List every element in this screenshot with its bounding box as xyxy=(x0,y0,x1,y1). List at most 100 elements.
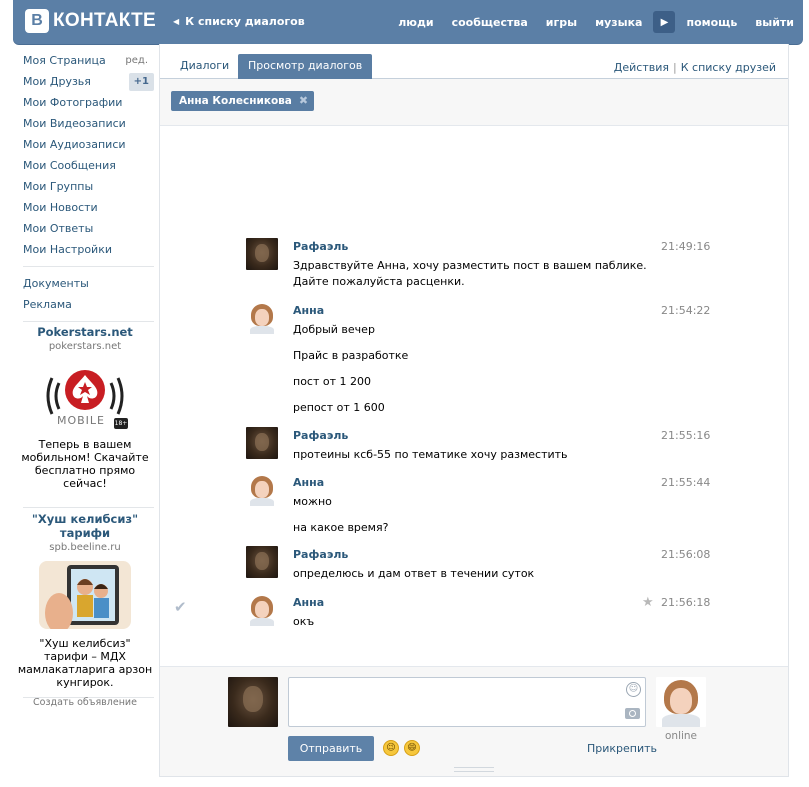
nav-communities[interactable]: сообщества xyxy=(443,16,537,29)
grin-emoji-icon[interactable]: 😄 xyxy=(404,740,420,756)
play-icon[interactable]: ▶ xyxy=(653,11,676,33)
attach-link[interactable]: Прикрепить xyxy=(587,742,657,755)
send-button[interactable]: Отправить xyxy=(288,736,374,761)
sidebar: Моя Страница ред. Мои Друзья +1 Мои Фото… xyxy=(16,50,154,328)
back-to-dialogs-link[interactable]: ◀ К списку диалогов xyxy=(173,15,305,28)
message-text: на какое время? xyxy=(293,521,389,534)
sidebar-item-photos[interactable]: Мои Фотографии xyxy=(16,92,154,113)
message-text: определюсь и дам ответ в течении суток xyxy=(293,567,535,580)
sidebar-item-label: Моя Страница xyxy=(23,54,106,67)
ad-title[interactable]: Pokerstars.net xyxy=(16,325,154,339)
sidebar-item-settings[interactable]: Мои Настройки xyxy=(16,239,154,260)
top-nav: люди сообщества игры музыка ▶ помощь вый… xyxy=(389,0,803,44)
tab-view-dialogs[interactable]: Просмотр диалогов xyxy=(238,54,373,79)
message-author[interactable]: Рафаэль xyxy=(293,548,348,561)
star-icon[interactable]: ★ xyxy=(642,595,654,610)
ad-text: Теперь в вашем мобильном! Скачайте беспл… xyxy=(21,438,149,490)
vk-logo-text: КОНТАКТЕ xyxy=(53,10,156,31)
sidebar-item-label: Мои Настройки xyxy=(23,243,112,256)
sidebar-item-documents[interactable]: Документы xyxy=(16,273,154,294)
sidebar-divider xyxy=(23,321,154,322)
message-input[interactable]: ☺ xyxy=(288,677,646,727)
avatar[interactable] xyxy=(246,594,278,626)
age-rating-badge: 18+ xyxy=(114,418,128,429)
sidebar-item-videos[interactable]: Мои Видеозаписи xyxy=(16,113,154,134)
ad-block-pokerstars[interactable]: Pokerstars.net pokerstars.net . MOBILE 1… xyxy=(16,325,154,490)
tab-dialogs[interactable]: Диалоги xyxy=(170,54,239,79)
ad-domain: pokerstars.net xyxy=(48,341,122,352)
chevron-left-icon: ◀ xyxy=(173,17,180,26)
ad-title[interactable]: "Хуш келибсиз" тарифи xyxy=(16,512,154,540)
peer-bar: Анна Колесникова ✖ xyxy=(160,79,788,126)
sidebar-item-friends[interactable]: Мои Друзья +1 xyxy=(16,71,154,92)
create-ad-link[interactable]: Создать объявление xyxy=(16,697,154,708)
sidebar-item-news[interactable]: Мои Новости xyxy=(16,197,154,218)
nav-music[interactable]: музыка xyxy=(586,16,651,29)
message-text: Прайс в разработке xyxy=(293,349,409,362)
message-author[interactable]: Рафаэль xyxy=(293,429,348,442)
pokerstars-mobile-image[interactable]: . MOBILE 18+ xyxy=(40,364,130,432)
my-avatar[interactable] xyxy=(228,677,278,727)
message-text: можно xyxy=(293,495,332,508)
message-author[interactable]: Рафаэль xyxy=(293,240,348,253)
nav-people[interactable]: люди xyxy=(389,16,442,29)
message-text: Добрый вечер xyxy=(293,323,375,336)
sidebar-item-label: Мои Аудиозаписи xyxy=(23,138,126,151)
close-icon[interactable]: ✖ xyxy=(299,91,308,111)
resize-handle[interactable] xyxy=(454,767,494,772)
message-author[interactable]: Анна xyxy=(293,596,324,609)
sidebar-item-label: Мои Сообщения xyxy=(23,159,116,172)
message-time: 21:56:18 xyxy=(661,596,711,609)
sidebar-item-label: Реклама xyxy=(23,298,72,311)
avatar[interactable] xyxy=(246,546,278,578)
peer-avatar[interactable] xyxy=(656,677,706,727)
avatar[interactable] xyxy=(246,474,278,506)
message-time: 21:54:22 xyxy=(661,304,711,317)
nav-logout[interactable]: выйти xyxy=(746,16,803,29)
peer-chip[interactable]: Анна Колесникова ✖ xyxy=(171,91,315,111)
emoji-icon[interactable]: ☺ xyxy=(626,682,641,697)
message-text: окъ xyxy=(293,615,315,628)
sidebar-item-answers[interactable]: Мои Ответы xyxy=(16,218,154,239)
wink-emoji-icon[interactable]: 😉 xyxy=(383,740,399,756)
sidebar-item-messages[interactable]: Мои Сообщения xyxy=(16,155,154,176)
avatar[interactable] xyxy=(246,302,278,334)
message-author[interactable]: Анна xyxy=(293,476,324,489)
vk-logo-letter: В xyxy=(25,9,49,33)
actions-links: Действия | К списку друзей xyxy=(614,61,776,74)
sidebar-item-label: Документы xyxy=(23,277,89,290)
check-icon[interactable]: ✔ xyxy=(174,598,187,616)
nav-games[interactable]: игры xyxy=(537,16,586,29)
actions-link[interactable]: Действия xyxy=(614,61,669,74)
beeline-ad-image[interactable] xyxy=(39,561,131,629)
sidebar-item-label: Мои Группы xyxy=(23,180,94,193)
message-text: протеины ксб-55 по тематике хочу размест… xyxy=(293,448,568,461)
sidebar-item-label: Мои Новости xyxy=(23,201,98,214)
message-text: репост от 1 600 xyxy=(293,401,385,414)
camera-icon[interactable] xyxy=(625,708,640,719)
avatar[interactable] xyxy=(246,427,278,459)
sidebar-item-groups[interactable]: Мои Группы xyxy=(16,176,154,197)
friends-count-badge[interactable]: +1 xyxy=(128,73,154,91)
sidebar-item-label: Мои Друзья xyxy=(23,75,91,88)
vk-logo[interactable]: В КОНТАКТЕ xyxy=(25,9,156,33)
message-author[interactable]: Анна xyxy=(293,304,324,317)
sidebar-item-audio[interactable]: Мои Аудиозаписи xyxy=(16,134,154,155)
edit-link[interactable]: ред. xyxy=(125,50,148,71)
messages-panel: Диалоги Просмотр диалогов Действия | К спи… xyxy=(159,44,789,777)
message-time: 21:56:08 xyxy=(661,548,711,561)
separator: | xyxy=(673,61,677,74)
peer-name: Анна Колесникова xyxy=(179,95,292,107)
sidebar-item-my-page[interactable]: Моя Страница ред. xyxy=(16,50,154,71)
friends-list-link[interactable]: К списку друзей xyxy=(681,61,776,74)
sidebar-divider xyxy=(23,507,154,508)
avatar[interactable] xyxy=(246,238,278,270)
online-status: online xyxy=(664,730,698,742)
ad-block-beeline[interactable]: "Хуш келибсиз" тарифи spb.beeline.ru "Ху… xyxy=(16,507,154,698)
message-text: Здравствуйте Анна, хочу разместить пост … xyxy=(293,259,647,288)
nav-help[interactable]: помощь xyxy=(677,16,746,29)
ad-image-caption: MOBILE xyxy=(56,414,106,427)
ad-domain: spb.beeline.ru xyxy=(49,542,121,553)
message-time: 21:55:44 xyxy=(661,476,711,489)
sidebar-item-ads[interactable]: Реклама xyxy=(16,294,154,315)
